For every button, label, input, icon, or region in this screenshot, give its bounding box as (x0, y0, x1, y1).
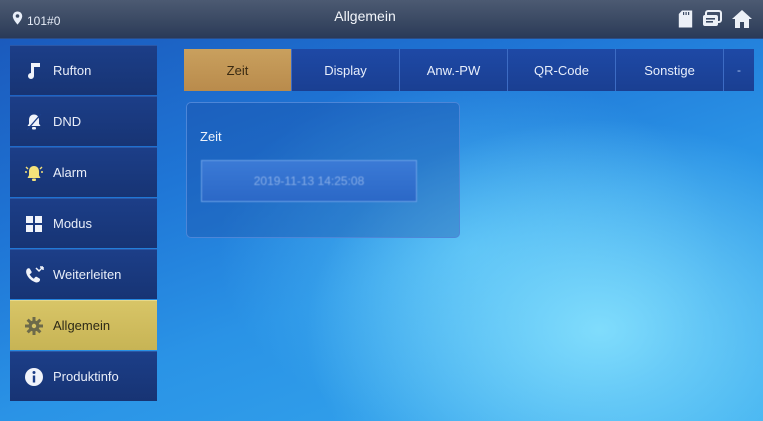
sidebar-item-label: DND (53, 114, 82, 129)
tab-sonstige[interactable]: Sonstige (616, 49, 724, 91)
location-pin-icon (12, 11, 23, 30)
sidebar: Rufton DND Alarm Modus Weiterleiten Allg… (10, 45, 157, 405)
sidebar-item-dnd[interactable]: DND (10, 96, 157, 146)
room-label: 101#0 (27, 13, 61, 28)
home-icon[interactable] (731, 9, 753, 34)
tab-qr-code[interactable]: QR-Code (508, 49, 616, 91)
tab-bar: Zeit Display Anw.-PW QR-Code Sonstige - (184, 49, 754, 91)
sidebar-item-label: Alarm (53, 165, 87, 180)
sidebar-item-label: Produktinfo (53, 369, 119, 384)
time-field-label: Zeit (200, 129, 222, 144)
page-title: Allgemein (334, 8, 396, 24)
tab-anw-pw[interactable]: Anw.-PW (400, 49, 508, 91)
music-note-icon (23, 60, 45, 82)
tab-scroll-more[interactable]: - (724, 49, 754, 91)
sidebar-item-label: Weiterleiten (53, 267, 122, 282)
alarm-bell-icon (23, 162, 45, 184)
sidebar-item-label: Modus (53, 216, 93, 231)
room-indicator: 101#0 (12, 11, 60, 30)
gear-icon (23, 315, 45, 337)
status-icons (678, 9, 753, 34)
sidebar-item-label: Rufton (53, 63, 92, 78)
sidebar-item-alarm[interactable]: Alarm (10, 147, 157, 197)
time-input[interactable]: 2019-11-13 14:25:08 (201, 160, 417, 202)
bell-off-icon (23, 111, 45, 133)
sidebar-item-weiterleiten[interactable]: Weiterleiten (10, 249, 157, 299)
sidebar-item-produktinfo[interactable]: Produktinfo (10, 351, 157, 401)
sidebar-item-modus[interactable]: Modus (10, 198, 157, 248)
info-icon (23, 366, 45, 388)
tab-display[interactable]: Display (292, 49, 400, 91)
sidebar-item-rufton[interactable]: Rufton (10, 45, 157, 95)
sidebar-item-allgemein[interactable]: Allgemein (10, 300, 157, 350)
screen: 101#0 Allgemein Rufton DND Alarm Modus W… (0, 0, 763, 421)
call-forward-icon (23, 264, 45, 286)
sidebar-item-label: Allgemein (53, 318, 111, 333)
time-settings-panel: Zeit 2019-11-13 14:25:08 (186, 102, 460, 238)
sd-card-icon (678, 10, 693, 33)
tab-zeit[interactable]: Zeit (184, 49, 292, 91)
messages-icon[interactable] (702, 10, 722, 33)
grid-icon (23, 213, 45, 235)
top-bar: 101#0 Allgemein (0, 0, 763, 39)
